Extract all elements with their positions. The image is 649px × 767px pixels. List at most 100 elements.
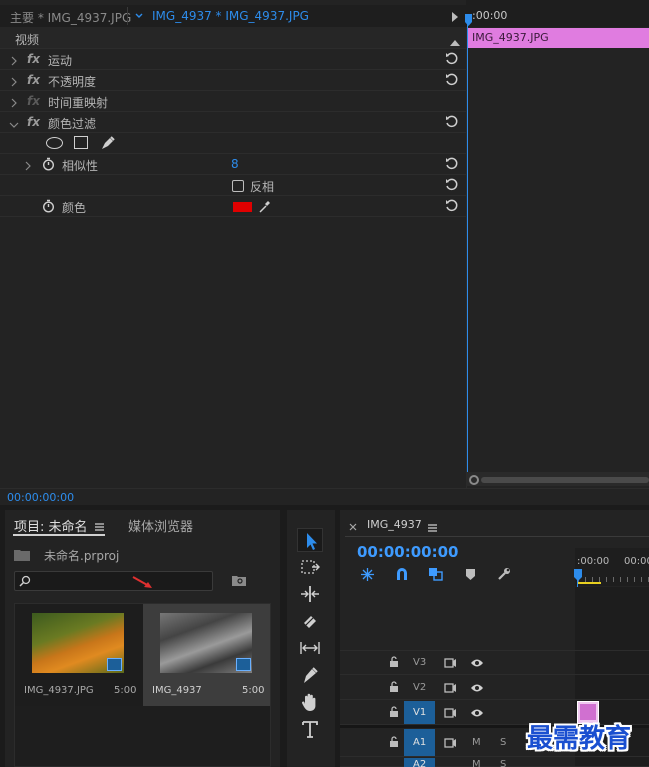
close-icon[interactable] [349,520,357,531]
tab-timeline-underline [345,536,649,537]
folder-icon [14,548,30,561]
hamburger-menu-icon[interactable] [95,520,104,531]
lock-icon[interactable] [389,681,399,692]
track-label-a1[interactable]: A1 [413,737,426,748]
collapse-up-icon[interactable] [450,35,460,46]
stopwatch-icon[interactable] [42,199,55,213]
effect-name-motion: 运动 [48,54,73,68]
rectangle-mask-icon[interactable] [74,136,88,149]
reset-icon[interactable] [445,199,459,213]
fx-badge[interactable]: fx [27,73,40,87]
eye-icon[interactable] [470,707,484,717]
track-label-v3[interactable]: V3 [413,657,426,668]
track-label-v1[interactable]: V1 [413,707,426,718]
sync-lock-icon[interactable] [444,707,457,718]
mute-button[interactable]: M [472,759,481,767]
item-duration: 5:00 [114,685,137,696]
sync-lock-icon[interactable] [444,657,457,668]
effect-controls-footer [0,488,649,505]
invert-checkbox[interactable] [232,180,244,192]
slip-tool-icon[interactable] [297,636,323,660]
track-row-v2 [340,675,649,700]
mini-timeline [466,0,649,488]
project-filename: 未命名.prproj [44,549,120,563]
sync-lock-icon[interactable] [444,682,457,693]
expand-chevron-icon[interactable] [10,55,18,66]
work-area-bar[interactable] [578,582,601,584]
hamburger-menu-icon[interactable] [428,521,437,532]
collapse-chevron-icon[interactable] [9,118,19,128]
fx-badge[interactable]: fx [27,52,40,66]
watermark: 最需教育 [527,724,632,754]
lock-icon[interactable] [389,706,399,717]
tab-sequence-clip[interactable]: IMG_4937 * IMG_4937.JPG [152,9,309,23]
linked-selection-icon[interactable] [428,567,443,581]
eyedropper-icon[interactable] [258,199,272,214]
mini-playhead-line [467,24,468,486]
solo-button[interactable]: S [500,759,506,767]
tab-main-clip[interactable]: 主要 * IMG_4937.JPG [10,9,131,26]
reset-icon[interactable] [445,115,459,129]
timeline-playhead-handle[interactable] [574,569,582,581]
track-label-v2[interactable]: V2 [413,682,426,693]
selection-tool-icon[interactable] [297,528,323,552]
find-bin-icon[interactable] [232,574,246,586]
scroll-handle-icon[interactable] [469,475,479,485]
reset-icon[interactable] [445,73,459,87]
tab-media-browser[interactable]: 媒体浏览器 [128,516,193,535]
eye-icon[interactable] [470,657,484,667]
add-marker-icon[interactable] [466,569,475,580]
search-input[interactable] [14,571,213,591]
tab-timeline[interactable]: IMG_4937 [367,518,422,531]
ripple-edit-tool-icon[interactable] [297,582,323,606]
tab-project-underline [13,534,105,536]
mini-scroll-track[interactable] [481,477,649,483]
type-tool-icon[interactable] [297,717,323,741]
param-label-invert: 反相 [250,180,275,194]
snap-magnet-icon[interactable] [395,567,409,581]
stopwatch-icon[interactable] [42,157,55,171]
effect-name-time-remap: 时间重映射 [48,96,109,110]
tab-project[interactable]: 项目: 未命名 [14,516,88,535]
section-video-label: 视频 [15,33,40,47]
lock-icon[interactable] [389,656,399,667]
item-name: IMG_4937.JPG [24,685,94,696]
expand-chevron-icon[interactable] [10,76,18,87]
ruler-label: :00:00 [577,556,610,567]
color-swatch[interactable] [233,202,252,212]
fx-badge[interactable]: fx [27,115,40,129]
track-label-a2[interactable]: A2 [413,759,426,767]
ruler-label: 00:00 [624,556,649,567]
mute-button[interactable]: M [472,737,481,748]
hand-tool-icon[interactable] [297,690,323,714]
pen-mask-icon[interactable] [100,135,116,151]
sync-lock-icon[interactable] [444,737,457,748]
effect-name-opacity: 不透明度 [48,75,97,89]
section-video-row [0,27,466,49]
fx-badge: fx [27,94,40,108]
reset-icon[interactable] [445,52,459,66]
reset-icon[interactable] [445,157,459,171]
expand-chevron-icon[interactable] [24,160,32,171]
chevron-down-icon[interactable] [134,10,144,20]
timeline-timecode[interactable]: 00:00:00:00 [357,543,459,561]
solo-button[interactable]: S [500,737,506,748]
mask-tools-row [0,133,466,154]
nest-toggle-icon[interactable] [360,567,375,582]
tab-divider [127,7,128,25]
lock-icon[interactable] [389,736,399,747]
ellipse-mask-icon[interactable] [46,137,63,149]
reset-icon[interactable] [445,178,459,192]
item-name: IMG_4937 [152,685,202,696]
expand-chevron-icon[interactable] [10,97,18,108]
wrench-settings-icon[interactable] [497,567,511,581]
razor-tool-icon[interactable] [297,609,323,633]
eye-icon[interactable] [470,682,484,692]
sequence-type-badge-icon [236,658,251,671]
pen-tool-icon[interactable] [297,663,323,687]
current-timecode[interactable]: 00:00:00:00 [7,491,74,504]
track-select-tool-icon[interactable] [297,555,323,579]
play-triangle-icon[interactable] [451,11,459,22]
mini-clip-label: IMG_4937.JPG [472,31,549,44]
similarity-value[interactable]: 8 [231,157,239,171]
